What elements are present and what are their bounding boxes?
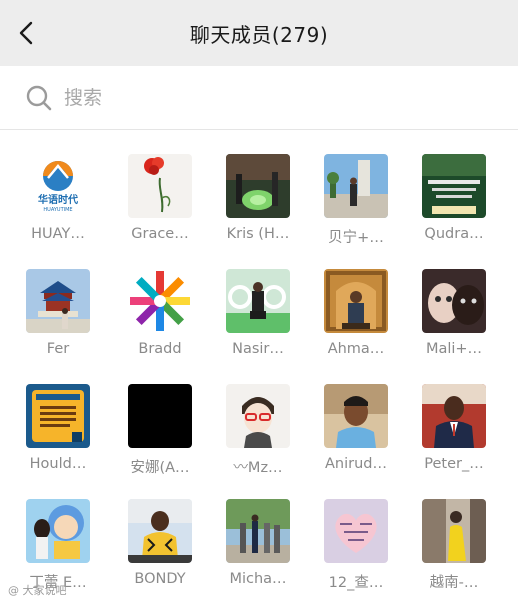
member-item[interactable]: 丁蕾 E… [10,475,106,591]
member-item[interactable]: Anirud… [308,360,404,472]
member-name: BONDY [134,571,186,587]
member-name: Micha… [229,571,287,587]
avatar [26,384,90,448]
member-name: Hould… [29,456,87,472]
member-name: 越南-… [429,575,479,591]
member-name: Kris (H… [226,226,290,242]
member-item[interactable]: Peter_… [406,360,502,472]
member-item[interactable]: Ahma… [308,245,404,357]
member-name: Fer [46,341,70,357]
member-grid: 华语时代 HUAYUTIME HUAY… Grace… Kris (H… 贝宁+… [0,130,518,601]
member-name: Ahma… [327,341,385,357]
member-name: HUAY… [31,226,85,242]
member-item[interactable]: BONDY [112,475,208,587]
watermark: @ 大家说吧 [8,584,67,597]
avatar [226,499,290,563]
avatar [324,269,388,333]
member-item[interactable]: 华语时代 HUAYUTIME HUAY… [10,130,106,242]
member-name: Mali+… [425,341,483,357]
avatar [422,384,486,448]
page-title: 聊天成员(279) [189,22,329,47]
avatar [422,269,486,333]
member-name: Bradd [138,341,182,357]
member-name: Peter_… [424,456,484,472]
member-item[interactable]: Nasir… [210,245,306,357]
search-icon [26,85,52,111]
member-item[interactable]: 贝宁+… [308,130,404,246]
member-name: 安娜(A… [130,460,190,476]
avatar [324,384,388,448]
logo-subtext: HUAYUTIME [43,207,72,213]
search-bar [0,66,518,130]
logo-text: 华语时代 [38,193,78,206]
member-item[interactable]: 〰Mz… [210,360,306,476]
back-arrow-icon[interactable] [14,19,42,47]
avatar [26,499,90,563]
member-item[interactable]: Fer [10,245,106,357]
member-name: 12_查… [328,575,384,591]
member-name: Qudra… [424,226,484,242]
avatar [128,499,192,563]
avatar [324,499,388,563]
member-item[interactable]: 12_查… [308,475,404,591]
title-bar: 聊天成员(279) [0,0,518,66]
member-item[interactable]: Qudra… [406,130,502,242]
member-item[interactable]: Hould… [10,360,106,472]
avatar [128,384,192,448]
avatar [26,269,90,333]
member-name: Anirud… [325,456,387,472]
search-input[interactable] [64,80,484,116]
avatar [422,154,486,218]
member-item[interactable]: Micha… [210,475,306,587]
avatar [128,269,192,333]
avatar [324,154,388,218]
member-item[interactable]: Bradd [112,245,208,357]
member-item[interactable]: 越南-… [406,475,502,591]
member-item[interactable]: Grace… [112,130,208,242]
member-name: 〰Mz… [233,460,283,476]
avatar [128,154,192,218]
member-name: Nasir… [232,341,284,357]
member-item[interactable]: Mali+… [406,245,502,357]
avatar [226,269,290,333]
avatar [226,154,290,218]
avatar: 华语时代 HUAYUTIME [26,154,90,218]
member-item[interactable]: 安娜(A… [112,360,208,476]
member-item[interactable]: Kris (H… [210,130,306,242]
avatar [422,499,486,563]
member-name: 贝宁+… [328,230,384,246]
member-name: Grace… [131,226,189,242]
avatar [226,384,290,448]
